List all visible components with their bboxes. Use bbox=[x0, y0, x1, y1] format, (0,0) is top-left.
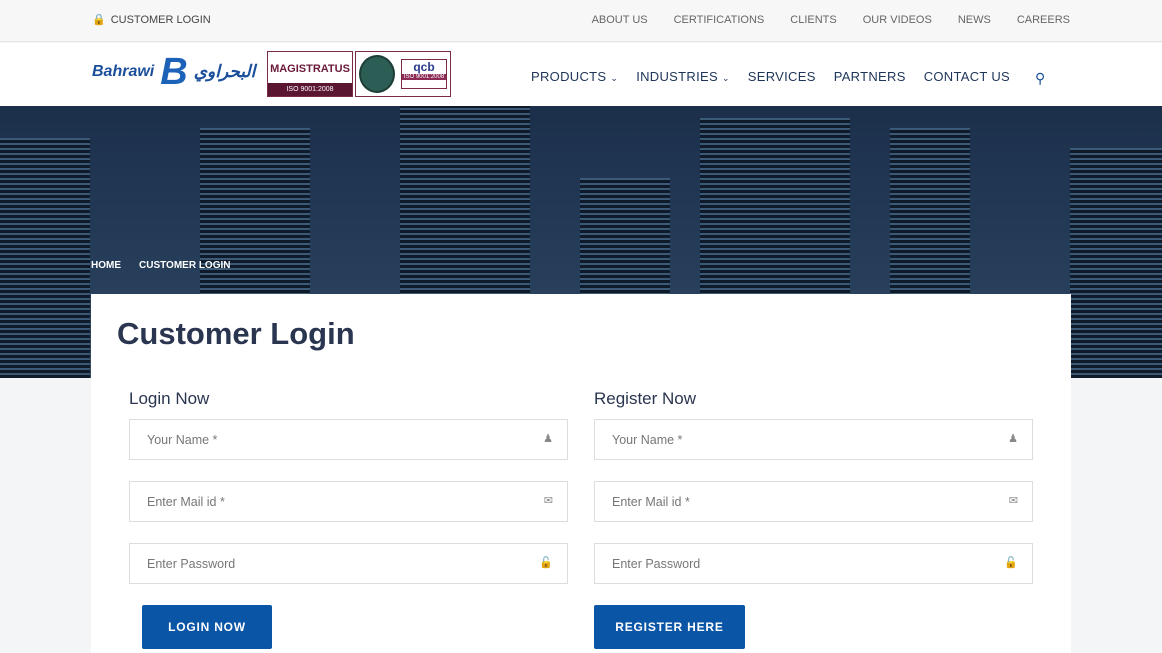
magistratus-certificate-logo: MAGISTRATUS ISO 9001:2008 bbox=[267, 51, 353, 97]
register-heading: Register Now bbox=[594, 389, 697, 408]
register-email-input[interactable] bbox=[595, 482, 1032, 521]
search-icon[interactable]: ⚲ bbox=[1035, 70, 1045, 87]
unlock-icon: 🔓 bbox=[539, 557, 553, 569]
login-heading: Login Now bbox=[129, 389, 210, 408]
building-image bbox=[0, 138, 90, 378]
login-email-input[interactable] bbox=[130, 482, 567, 521]
breadcrumb-current: CUSTOMER LOGIN bbox=[139, 260, 231, 271]
breadcrumb-home[interactable]: HOME bbox=[91, 260, 121, 271]
top-links: ABOUT US CERTIFICATIONS CLIENTS OUR VIDE… bbox=[592, 14, 1070, 26]
user-icon: ♟ bbox=[543, 433, 553, 445]
top-link-careers[interactable]: CAREERS bbox=[1017, 14, 1070, 26]
unlock-icon: 🔓 bbox=[1004, 557, 1018, 569]
envelope-icon: ✉ bbox=[1008, 495, 1018, 507]
register-form: Register Now ♟ ✉ 🔓 bbox=[594, 389, 1033, 605]
chevron-down-icon: ⌄ bbox=[721, 73, 730, 83]
login-now-button[interactable]: LOGIN NOW bbox=[142, 605, 272, 649]
chevron-down-icon: ⌄ bbox=[610, 73, 619, 83]
envelope-icon: ✉ bbox=[543, 495, 553, 507]
top-bar: 🔒 CUSTOMER LOGIN ABOUT US CERTIFICATIONS … bbox=[0, 0, 1162, 42]
nav-industries[interactable]: INDUSTRIES ⌄ bbox=[636, 69, 730, 84]
page-title: Customer Login bbox=[117, 316, 355, 351]
nav-partners[interactable]: PARTNERS bbox=[834, 69, 906, 84]
register-here-button[interactable]: REGISTER HERE bbox=[594, 605, 745, 649]
login-name-input[interactable] bbox=[130, 420, 567, 459]
bahrawi-logo[interactable]: Bahrawi B البحراوي bbox=[92, 53, 255, 91]
nav-products[interactable]: PRODUCTS ⌄ bbox=[531, 69, 618, 84]
lock-icon: 🔒 bbox=[92, 14, 106, 26]
building-image bbox=[1070, 148, 1162, 378]
top-link-news[interactable]: NEWS bbox=[958, 14, 991, 26]
main-nav: PRODUCTS ⌄ INDUSTRIES ⌄ SERVICES PARTNERS … bbox=[531, 69, 1010, 84]
customer-login-link[interactable]: 🔒 CUSTOMER LOGIN bbox=[92, 13, 211, 27]
top-link-about-us[interactable]: ABOUT US bbox=[592, 14, 648, 26]
login-form: Login Now ♟ ✉ 🔓 bbox=[129, 389, 568, 605]
register-password-input[interactable] bbox=[595, 544, 1032, 583]
top-link-our-videos[interactable]: OUR VIDEOS bbox=[863, 14, 932, 26]
breadcrumb: HOME CUSTOMER LOGIN bbox=[91, 260, 230, 271]
nav-services[interactable]: SERVICES bbox=[748, 69, 816, 84]
login-card: Customer Login Login Now ♟ ✉ 🔓 LOGIN NOW… bbox=[91, 294, 1071, 653]
top-link-certifications[interactable]: CERTIFICATIONS bbox=[674, 14, 765, 26]
accredia-qcb-certificate-logo: qcb ISO 9001:2008 bbox=[355, 51, 451, 97]
header: Bahrawi B البحراوي MAGISTRATUS ISO 9001:… bbox=[0, 43, 1162, 106]
register-name-input[interactable] bbox=[595, 420, 1032, 459]
nav-contact-us[interactable]: CONTACT US bbox=[924, 69, 1010, 84]
accredia-seal-icon bbox=[359, 55, 395, 93]
login-password-input[interactable] bbox=[130, 544, 567, 583]
user-icon: ♟ bbox=[1008, 433, 1018, 445]
top-link-clients[interactable]: CLIENTS bbox=[790, 14, 836, 26]
logo-mark: B bbox=[160, 51, 188, 93]
